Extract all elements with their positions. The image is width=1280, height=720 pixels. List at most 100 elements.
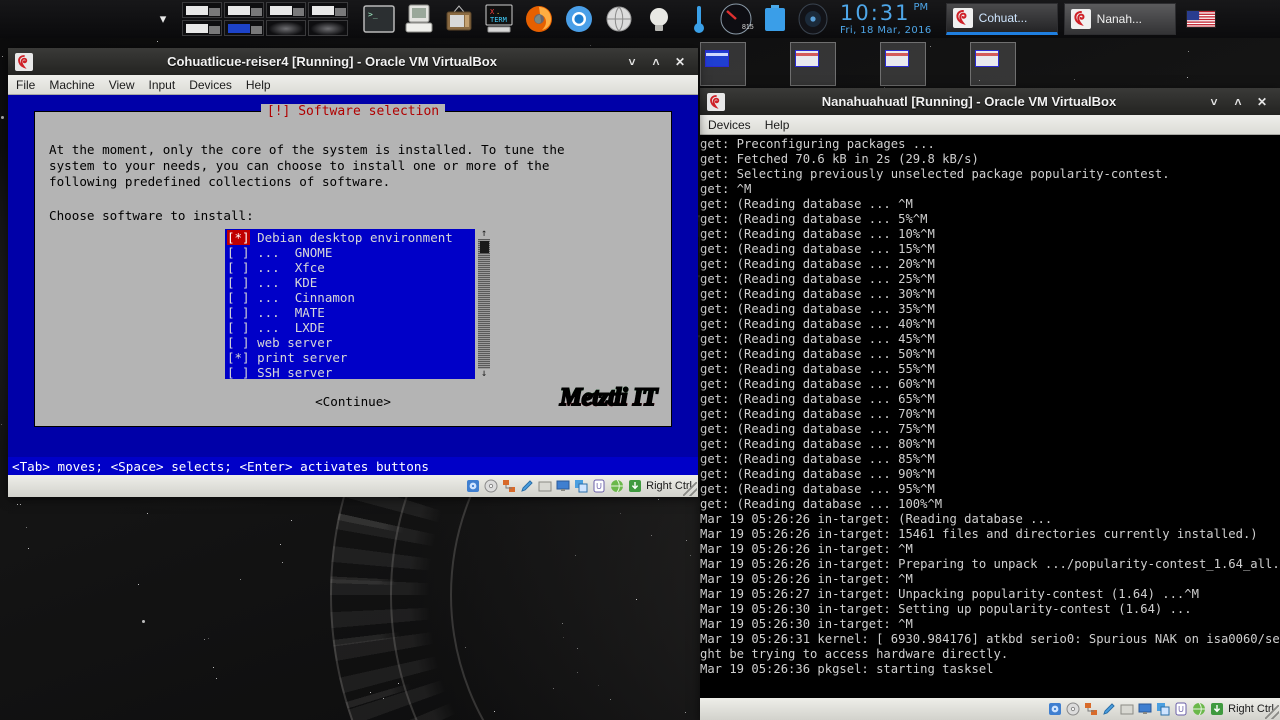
folder-icon[interactable] xyxy=(1120,702,1134,716)
scroll-down-arrow[interactable]: ↓ xyxy=(478,369,490,379)
hard-disk-icon[interactable] xyxy=(466,479,480,493)
vm1-menu-file[interactable]: File xyxy=(16,78,35,92)
workspace-3[interactable] xyxy=(266,2,306,18)
vm-window-cohuatlicue[interactable]: Cohuatlicue-reiser4 [Running] - Oracle V… xyxy=(8,48,698,497)
vm2-resize-grip[interactable] xyxy=(1265,705,1279,719)
software-item-checkbox[interactable]: [ ] xyxy=(227,305,250,320)
workspace-pager[interactable] xyxy=(182,2,348,36)
network-icon[interactable] xyxy=(1084,702,1098,716)
terminal-icon[interactable]: >_ xyxy=(362,3,396,35)
svg-text:815: 815 xyxy=(742,24,754,31)
vm2-close-button[interactable]: ✕ xyxy=(1256,95,1268,109)
folder-icon[interactable] xyxy=(538,479,552,493)
vm1-resize-grip[interactable] xyxy=(683,482,697,496)
xterm-icon[interactable]: X. TERM xyxy=(482,3,516,35)
capture-icon[interactable] xyxy=(628,479,642,493)
battery-icon[interactable] xyxy=(762,4,788,34)
vm2-titlebar[interactable]: Nanahuahuatl [Running] - Oracle VM Virtu… xyxy=(700,88,1280,115)
vm2-menu-help[interactable]: Help xyxy=(765,118,790,132)
software-item-checkbox[interactable]: [ ] xyxy=(227,260,250,275)
vm1-minimize-button[interactable]: ˅ xyxy=(626,55,638,69)
thermometer-icon[interactable] xyxy=(688,3,710,35)
globe-icon[interactable] xyxy=(602,3,636,35)
vm2-maximize-button[interactable]: ˄ xyxy=(1232,95,1244,109)
scrollbar-thumb[interactable] xyxy=(479,241,489,253)
vm1-menu-devices[interactable]: Devices xyxy=(189,78,232,92)
software-selection-list[interactable]: [*] Debian desktop environment[ ] ... GN… xyxy=(225,229,475,379)
vm2-minimize-button[interactable]: ˅ xyxy=(1208,95,1220,109)
vm-window-nanahuahuatl[interactable]: Nanahuahuatl [Running] - Oracle VM Virtu… xyxy=(700,88,1280,720)
software-item-1[interactable]: [ ] ... GNOME xyxy=(227,245,473,260)
software-item-5[interactable]: [ ] ... MATE xyxy=(227,305,473,320)
software-item-checkbox[interactable]: [ ] xyxy=(227,275,250,290)
software-item-2[interactable]: [ ] ... Xfce xyxy=(227,260,473,275)
vm2-guest-console[interactable]: get: Preconfiguring packages ... get: Fet… xyxy=(700,135,1280,698)
vm2-menubar: Devices Help xyxy=(700,115,1280,135)
cd-icon[interactable] xyxy=(484,479,498,493)
software-item-checkbox[interactable]: [*] xyxy=(227,350,250,365)
desktop-icon-1[interactable] xyxy=(700,42,746,86)
firefox-icon[interactable] xyxy=(522,3,556,35)
software-item-3[interactable]: [ ] ... KDE xyxy=(227,275,473,290)
tv-icon[interactable] xyxy=(442,3,476,35)
clipboard-icon[interactable] xyxy=(574,479,588,493)
usb-icon[interactable]: U xyxy=(1174,702,1188,716)
software-item-7[interactable]: [ ] web server xyxy=(227,335,473,350)
software-item-0[interactable]: [*] Debian desktop environment xyxy=(227,230,473,245)
us-flag-icon[interactable] xyxy=(1185,10,1216,28)
workspace-1[interactable] xyxy=(182,2,222,18)
task-button-cohuatlicue[interactable]: Cohuat... xyxy=(945,3,1058,35)
clipboard-icon[interactable] xyxy=(1156,702,1170,716)
vm2-menu-devices[interactable]: Devices xyxy=(708,118,751,132)
software-item-checkbox[interactable]: [*] xyxy=(227,230,250,245)
lightbulb-icon[interactable] xyxy=(642,3,676,35)
desktop-icon-4[interactable] xyxy=(970,42,1016,86)
console-line-24: get: (Reading database ... 100%^M xyxy=(700,497,943,511)
chromium-icon[interactable] xyxy=(562,3,596,35)
workspace-8[interactable] xyxy=(308,20,348,36)
software-item-checkbox[interactable]: [ ] xyxy=(227,365,250,379)
list-scrollbar[interactable]: ↑ ↓ xyxy=(478,229,490,379)
scroll-up-arrow[interactable]: ↑ xyxy=(478,229,490,239)
workspace-6[interactable] xyxy=(224,20,264,36)
software-item-6[interactable]: [ ] ... LXDE xyxy=(227,320,473,335)
vm1-close-button[interactable]: ✕ xyxy=(674,55,686,69)
task-button-nanahuahuatl[interactable]: Nanah... xyxy=(1063,3,1176,35)
clock[interactable]: 10:31 PM Fri, 18 Mar, 2016 xyxy=(840,2,932,36)
software-item-checkbox[interactable]: [ ] xyxy=(227,320,250,335)
workspace-2[interactable] xyxy=(224,2,264,18)
software-item-checkbox[interactable]: [ ] xyxy=(227,245,250,260)
hard-disk-icon[interactable] xyxy=(1048,702,1062,716)
vm1-guest-screen[interactable]: [!] Software selection At the moment, on… xyxy=(8,95,698,475)
vm1-menu-help[interactable]: Help xyxy=(246,78,271,92)
vm1-menu-view[interactable]: View xyxy=(109,78,135,92)
software-item-checkbox[interactable]: [ ] xyxy=(227,290,250,305)
globe-small-icon[interactable] xyxy=(1192,702,1206,716)
workspace-7[interactable] xyxy=(266,20,306,36)
desktop-icon-3[interactable] xyxy=(880,42,926,86)
software-item-4[interactable]: [ ] ... Cinnamon xyxy=(227,290,473,305)
desktop-icon-2[interactable] xyxy=(790,42,836,86)
vm1-titlebar[interactable]: Cohuatlicue-reiser4 [Running] - Oracle V… xyxy=(8,48,698,75)
display-icon[interactable] xyxy=(556,479,570,493)
vm1-menu-machine[interactable]: Machine xyxy=(49,78,94,92)
display-icon[interactable] xyxy=(1138,702,1152,716)
software-item-8[interactable]: [*] print server xyxy=(227,350,473,365)
software-item-checkbox[interactable]: [ ] xyxy=(227,335,250,350)
pen-icon[interactable] xyxy=(520,479,534,493)
globe-small-icon[interactable] xyxy=(610,479,624,493)
cd-icon[interactable] xyxy=(1066,702,1080,716)
usb-icon[interactable]: U xyxy=(592,479,606,493)
menu-chevron-down-icon[interactable]: ▾ xyxy=(150,11,176,27)
software-item-9[interactable]: [ ] SSH server xyxy=(227,365,473,379)
speed-gauge-icon[interactable]: 815 xyxy=(718,2,754,36)
vm1-maximize-button[interactable]: ˄ xyxy=(650,55,662,69)
workspace-4[interactable] xyxy=(308,2,348,18)
vm1-menu-input[interactable]: Input xyxy=(149,78,176,92)
pen-icon[interactable] xyxy=(1102,702,1116,716)
capture-icon[interactable] xyxy=(1210,702,1224,716)
network-icon[interactable] xyxy=(502,479,516,493)
speaker-icon[interactable] xyxy=(796,3,830,35)
workspace-5[interactable] xyxy=(182,20,222,36)
computer-icon[interactable] xyxy=(402,3,436,35)
